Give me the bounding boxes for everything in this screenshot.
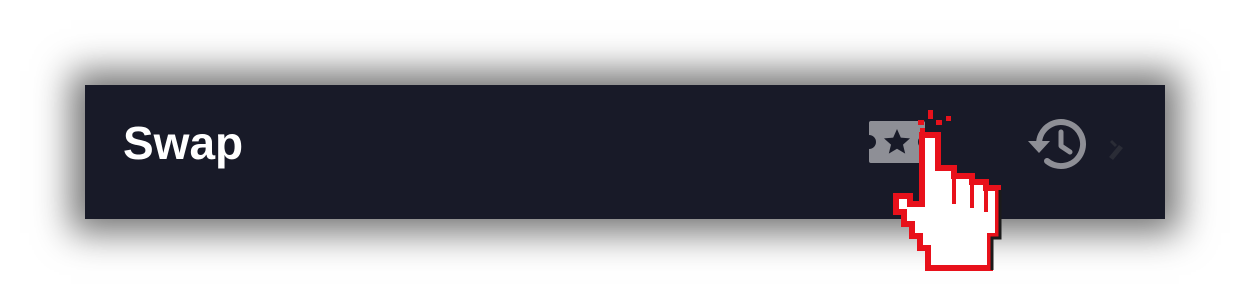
- star-ticket-icon: [869, 121, 925, 163]
- screenshot-stage: Swap: [0, 0, 1250, 305]
- pencil-icon: [1105, 135, 1125, 163]
- tickets-button[interactable]: [867, 119, 927, 165]
- page-title: Swap: [123, 117, 244, 169]
- swap-header-bar: Swap: [85, 85, 1165, 219]
- history-clock-icon: [1028, 119, 1086, 170]
- history-button[interactable]: [1025, 115, 1087, 173]
